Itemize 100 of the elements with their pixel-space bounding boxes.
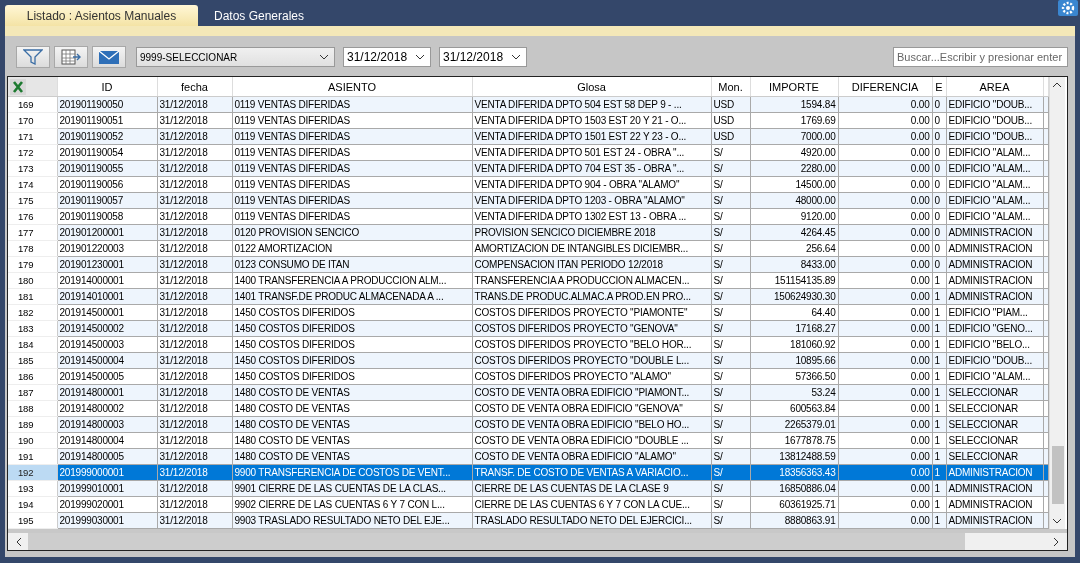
table-row[interactable]: 184 201914500003 31/12/2018 1450 COSTOS DIFERIDOS COSTOS DIFERIDOS PROYECTO "BELO HOR... S/ 181060.92 0.00 1 EDIFICIO "BELO... bbox=[8, 336, 1048, 353]
table-cell: 0.00 bbox=[838, 368, 932, 385]
date-from-dropdown[interactable]: 31/12/2018 bbox=[343, 47, 431, 67]
table-cell: 201914800004 bbox=[57, 432, 157, 449]
column-header[interactable]: ASIENTO bbox=[232, 77, 472, 97]
table-row[interactable]: 194 201999020001 31/12/2018 9902 CIERRE DE LAS CUENTAS 6 Y 7 CON L... CIERRE DE LAS CUENTAS 6 Y 7 CON LA CUE... S/ 60361925.71 0.00 1 ADMINISTRACION bbox=[8, 496, 1048, 513]
table-cell: 31/12/2018 bbox=[157, 336, 232, 353]
table-cell: 57366.50 bbox=[750, 368, 838, 385]
table-row[interactable]: 185 201914500004 31/12/2018 1450 COSTOS DIFERIDOS COSTOS DIFERIDOS PROYECTO "DOUBLE L... S/ 10895.66 0.00 1 EDIFICIO "DOUB... bbox=[8, 352, 1048, 369]
table-cell: S/ bbox=[711, 304, 750, 321]
table-row[interactable]: 179 201901230001 31/12/2018 0123 CONSUMO DE ITAN COMPENSACION ITAN PERIODO 12/2018 S/ 8433.00 0.00 0 ADMINISTRACION bbox=[8, 256, 1048, 273]
table-cell: 0 bbox=[932, 112, 946, 129]
table-cell: 201914000001 bbox=[57, 272, 157, 289]
series-dropdown[interactable]: 9999-SELECCIONAR bbox=[136, 47, 335, 67]
table-row[interactable]: 183 201914500002 31/12/2018 1450 COSTOS DIFERIDOS COSTOS DIFERIDOS PROYECTO "GENOVA" S/ 17168.27 0.00 1 EDIFICIO "GENO... bbox=[8, 320, 1048, 337]
table-row[interactable]: 180 201914000001 31/12/2018 1400 TRANSFERENCIA A PRODUCCION ALM... TRANSFERENCIA A PRODUCCION ALMACEN... S/ 151154135.89 0.00 1 ADMINISTRACION bbox=[8, 272, 1048, 289]
scrollbar-thumb[interactable] bbox=[28, 533, 966, 550]
table-row[interactable]: 191 201914800005 31/12/2018 1480 COSTO DE VENTAS COSTO DE VENTA OBRA EDIFICIO "ALAMO" S/ 13812488.59 0.00 1 SELECCIONAR bbox=[8, 448, 1048, 465]
table-cell: ADMINISTRACION bbox=[946, 496, 1043, 513]
table-row[interactable]: 173 201901190055 31/12/2018 0119 VENTAS DIFERIDAS VENTA DIFERIDA DPTO 704 EST 35 - OBRA "... S/ 2280.00 0.00 0 EDIFICIO "ALAM... bbox=[8, 160, 1048, 177]
chevron-right-icon[interactable] bbox=[1053, 536, 1059, 547]
horizontal-scrollbar[interactable] bbox=[8, 529, 1067, 550]
table-row[interactable]: 171 201901190052 31/12/2018 0119 VENTAS DIFERIDAS VENTA DIFERIDA DPTO 1501 EST 22 Y 23 - O... USD 7000.00 0.00 0 EDIFICIO "DOUB... bbox=[8, 128, 1048, 145]
table-row[interactable]: 172 201901190054 31/12/2018 0119 VENTAS DIFERIDAS VENTA DIFERIDA DPTO 501 EST 24 - OBRA "... S/ 4920.00 0.00 0 EDIFICIO "ALAM... bbox=[8, 144, 1048, 161]
table-cell: 151154135.89 bbox=[750, 272, 838, 289]
table-cell: 0119 VENTAS DIFERIDAS bbox=[232, 144, 472, 161]
table-cell: S/ bbox=[711, 144, 750, 161]
table-cell: 9120.00 bbox=[750, 208, 838, 225]
table-cell: 0119 VENTAS DIFERIDAS bbox=[232, 112, 472, 129]
table-cell: 201901190054 bbox=[57, 144, 157, 161]
table-row[interactable]: 181 201914010001 31/12/2018 1401 TRANSF.DE PRODUC ALMACENADA A ... TRANS.DE PRODUC.ALMAC.A PROD.EN PRO... S/ 150624930.30 0.00 1 ADMINISTRACION bbox=[8, 288, 1048, 305]
table-cell: 31/12/2018 bbox=[157, 208, 232, 225]
table-cell: SELECCIONAR bbox=[946, 400, 1043, 417]
table-row[interactable]: 192 201999000001 31/12/2018 9900 TRANSFERENCIA DE COSTOS DE VENT... TRANSF. DE COSTO DE VENTAS A VARIACIO... S/ 18356363.43 0.00 1 ADMINISTRACION bbox=[8, 464, 1048, 481]
table-cell: EDIFICIO "BELO... bbox=[946, 336, 1043, 353]
chevron-left-icon[interactable] bbox=[16, 536, 22, 547]
table-cell: USD bbox=[711, 112, 750, 129]
table-row[interactable]: 188 201914800002 31/12/2018 1480 COSTO DE VENTAS COSTO DE VENTA OBRA EDIFICIO "GENOVA" S/ 600563.84 0.00 1 SELECCIONAR bbox=[8, 400, 1048, 417]
table-row[interactable]: 190 201914800004 31/12/2018 1480 COSTO DE VENTAS COSTO DE VENTA OBRA EDIFICIO "DOUBLE ... S/ 1677878.75 0.00 1 SELECCIONAR bbox=[8, 432, 1048, 449]
table-row[interactable]: 195 201999030001 31/12/2018 9903 TRASLADO RESULTADO NETO DEL EJE... TRASLADO RESULTADO NETO DEL EJERCICI... S/ 8880863.91 0.00 1 ADMINISTRACION bbox=[8, 512, 1048, 529]
table-cell: 0 bbox=[932, 144, 946, 161]
table-row[interactable]: 178 201901220003 31/12/2018 0122 AMORTIZACION AMORTIZACION DE INTANGIBLES DICIEMBR... S/ 256.64 0.00 0 ADMINISTRACION bbox=[8, 240, 1048, 257]
table-cell: 31/12/2018 bbox=[157, 400, 232, 417]
tab[interactable]: Datos Generales bbox=[198, 5, 321, 26]
table-cell: 0.00 bbox=[838, 272, 932, 289]
email-button[interactable] bbox=[92, 46, 126, 68]
chevron-down-icon bbox=[415, 54, 425, 60]
chevron-down-icon bbox=[319, 54, 329, 60]
search-field[interactable]: Buscar...Escribir y presionar enter bbox=[893, 47, 1068, 67]
table-cell: 31/12/2018 bbox=[157, 240, 232, 257]
scrollbar-thumb[interactable] bbox=[1051, 446, 1064, 504]
table-row[interactable]: 182 201914500001 31/12/2018 1450 COSTOS DIFERIDOS COSTOS DIFERIDOS PROYECTO "PIAMONTE" S/ 64.40 0.00 1 EDIFICIO "PIAM... bbox=[8, 304, 1048, 321]
table-cell: EDIFICIO "DOUB... bbox=[946, 112, 1043, 129]
filter-icon bbox=[23, 49, 43, 65]
table-cell: 0.00 bbox=[838, 176, 932, 193]
column-header[interactable]: IMPORTE bbox=[750, 77, 838, 97]
table-cell: 0.00 bbox=[838, 496, 932, 513]
table-row[interactable]: 186 201914500005 31/12/2018 1450 COSTOS DIFERIDOS COSTOS DIFERIDOS PROYECTO "ALAMO" S/ 57366.50 0.00 1 EDIFICIO "ALAM... bbox=[8, 368, 1048, 385]
table-cell: 201914500005 bbox=[57, 368, 157, 385]
table-row[interactable]: 189 201914800003 31/12/2018 1480 COSTO DE VENTAS COSTO DE VENTA OBRA EDIFICIO "BELO HO... S/ 2265379.01 0.00 1 SELECCIONAR bbox=[8, 416, 1048, 433]
chevron-down-icon bbox=[511, 54, 521, 60]
table-row[interactable]: 177 201901200001 31/12/2018 0120 PROVISION SENCICO PROVISION SENCICO DICIEMBRE 2018 S/ 4264.45 0.00 0 ADMINISTRACION bbox=[8, 224, 1048, 241]
export-button[interactable] bbox=[54, 46, 88, 68]
tab[interactable]: Listado : Asientos Manuales bbox=[5, 5, 198, 26]
table-cell: COSTO DE VENTA OBRA EDIFICIO "DOUBLE ... bbox=[472, 432, 711, 449]
table-cell: 1450 COSTOS DIFERIDOS bbox=[232, 368, 472, 385]
column-header[interactable]: fecha bbox=[157, 77, 232, 97]
table-row[interactable]: 193 201999010001 31/12/2018 9901 CIERRE DE LAS CUENTAS DE LA CLAS... CIERRE DE LAS CUENTAS DE LA CLASE 9 S/ 16850886.04 0.00 1 ADMINISTRACION bbox=[8, 480, 1048, 497]
table-row[interactable]: 174 201901190056 31/12/2018 0119 VENTAS DIFERIDAS VENTA DIFERIDA DPTO 904 - OBRA "ALAMO" S/ 14500.00 0.00 0 EDIFICIO "ALAM... bbox=[8, 176, 1048, 193]
column-header[interactable]: ID bbox=[57, 77, 157, 97]
table-cell: VENTA DIFERIDA DPTO 501 EST 24 - OBRA "... bbox=[472, 144, 711, 161]
table-cell: S/ bbox=[711, 400, 750, 417]
filter-button[interactable] bbox=[16, 46, 50, 68]
grid-arrow-icon bbox=[61, 49, 81, 65]
table-cell: S/ bbox=[711, 496, 750, 513]
column-header[interactable]: DIFERENCIA bbox=[838, 77, 932, 97]
settings-icon[interactable] bbox=[1058, 0, 1078, 16]
table-cell: 64.40 bbox=[750, 304, 838, 321]
table-cell: EDIFICIO "ALAM... bbox=[946, 368, 1043, 385]
column-header[interactable]: Mon. bbox=[711, 77, 750, 97]
table-cell: EDIFICIO "ALAM... bbox=[946, 176, 1043, 193]
table-row[interactable]: 169 201901190050 31/12/2018 0119 VENTAS DIFERIDAS VENTA DIFERIDA DPTO 504 EST 58 DEP 9 - ... USD 1594.84 0.00 0 EDIFICIO "DOUB... bbox=[8, 96, 1048, 113]
date-to-dropdown[interactable]: 31/12/2018 bbox=[439, 47, 527, 67]
chevron-down-icon[interactable] bbox=[1052, 518, 1062, 524]
table-cell: 1 bbox=[932, 400, 946, 417]
table-cell: 1 bbox=[932, 496, 946, 513]
excel-export-icon[interactable] bbox=[10, 78, 26, 95]
column-header[interactable]: Glosa bbox=[472, 77, 711, 97]
table-cell: 0 bbox=[932, 176, 946, 193]
table-cell: 0.00 bbox=[838, 432, 932, 449]
table-row[interactable]: 176 201901190058 31/12/2018 0119 VENTAS DIFERIDAS VENTA DIFERIDA DPTO 1302 EST 13 - OBRA ... S/ 9120.00 0.00 0 EDIFICIO "ALAM... bbox=[8, 208, 1048, 225]
table-row[interactable]: 175 201901190057 31/12/2018 0119 VENTAS DIFERIDAS VENTA DIFERIDA DPTO 1203 - OBRA "ALAMO" S/ 48000.00 0.00 0 EDIFICIO "ALAM... bbox=[8, 192, 1048, 209]
table-cell: 201901190058 bbox=[57, 208, 157, 225]
column-header[interactable]: AREA bbox=[946, 77, 1043, 97]
chevron-up-icon[interactable] bbox=[1052, 82, 1062, 88]
table-cell: 1677878.75 bbox=[750, 432, 838, 449]
table-cell: ADMINISTRACION bbox=[946, 272, 1043, 289]
table-cell: 31/12/2018 bbox=[157, 144, 232, 161]
table-row[interactable]: 187 201914800001 31/12/2018 1480 COSTO DE VENTAS COSTO DE VENTA OBRA EDIFICIO "PIAMONT... S/ 53.24 0.00 1 SELECCIONAR bbox=[8, 384, 1048, 401]
table-row[interactable]: 170 201901190051 31/12/2018 0119 VENTAS DIFERIDAS VENTA DIFERIDA DPTO 1503 EST 20 Y 21 - O... USD 1769.69 0.00 0 EDIFICIO "DOUB... bbox=[8, 112, 1048, 129]
